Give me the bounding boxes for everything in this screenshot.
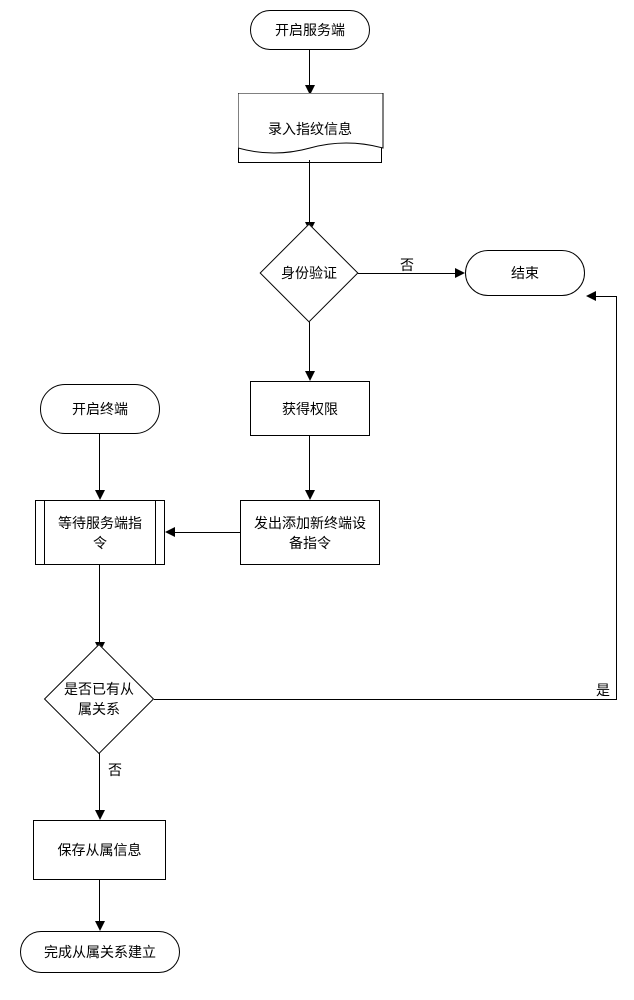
arrowhead xyxy=(95,810,105,820)
open-terminal-label: 开启终端 xyxy=(72,399,128,419)
connector xyxy=(99,753,100,811)
wait-server-cmd-label: 等待服务端指令 xyxy=(52,513,148,553)
arrowhead xyxy=(586,291,596,301)
open-terminal-node: 开启终端 xyxy=(40,384,160,434)
connector xyxy=(309,160,310,223)
end-node: 结束 xyxy=(465,250,585,296)
identity-verify-node: 身份验证 xyxy=(260,224,359,323)
connector xyxy=(309,322,310,372)
arrowhead xyxy=(95,490,105,500)
save-subordinate-label: 保存从属信息 xyxy=(58,840,142,860)
wait-server-cmd-node: 等待服务端指令 xyxy=(35,500,165,565)
get-permission-label: 获得权限 xyxy=(282,399,338,419)
has-subordinate-node: 是否已有从属关系 xyxy=(44,644,154,754)
connector xyxy=(358,273,456,274)
connector xyxy=(616,296,617,700)
arrowhead xyxy=(95,921,105,931)
connector xyxy=(175,532,240,533)
no-label-2: 否 xyxy=(108,760,122,780)
connector xyxy=(154,699,616,700)
complete-relation-node: 完成从属关系建立 xyxy=(20,931,180,973)
save-subordinate-node: 保存从属信息 xyxy=(33,820,166,880)
input-fingerprint-node: 录入指纹信息 xyxy=(238,95,382,163)
complete-relation-label: 完成从属关系建立 xyxy=(44,942,156,962)
arrowhead xyxy=(165,527,175,537)
connector xyxy=(99,565,100,643)
arrowhead xyxy=(455,268,465,278)
connector xyxy=(99,434,100,491)
connector xyxy=(99,880,100,922)
end-label: 结束 xyxy=(511,263,539,283)
identity-verify-label: 身份验证 xyxy=(281,265,337,281)
no-label-1: 否 xyxy=(400,255,414,275)
get-permission-node: 获得权限 xyxy=(250,381,370,436)
has-subordinate-label: 是否已有从属关系 xyxy=(64,681,134,717)
send-add-terminal-cmd-label: 发出添加新终端设备指令 xyxy=(249,513,371,553)
input-fingerprint-label: 录入指纹信息 xyxy=(268,119,352,139)
start-server-label: 开启服务端 xyxy=(275,20,345,40)
arrowhead xyxy=(305,490,315,500)
connector xyxy=(309,436,310,491)
connector xyxy=(309,50,310,86)
arrowhead xyxy=(305,371,315,381)
connector xyxy=(596,296,616,297)
yes-label-1: 是 xyxy=(596,680,610,700)
send-add-terminal-cmd-node: 发出添加新终端设备指令 xyxy=(240,500,380,565)
start-server-node: 开启服务端 xyxy=(250,10,370,50)
